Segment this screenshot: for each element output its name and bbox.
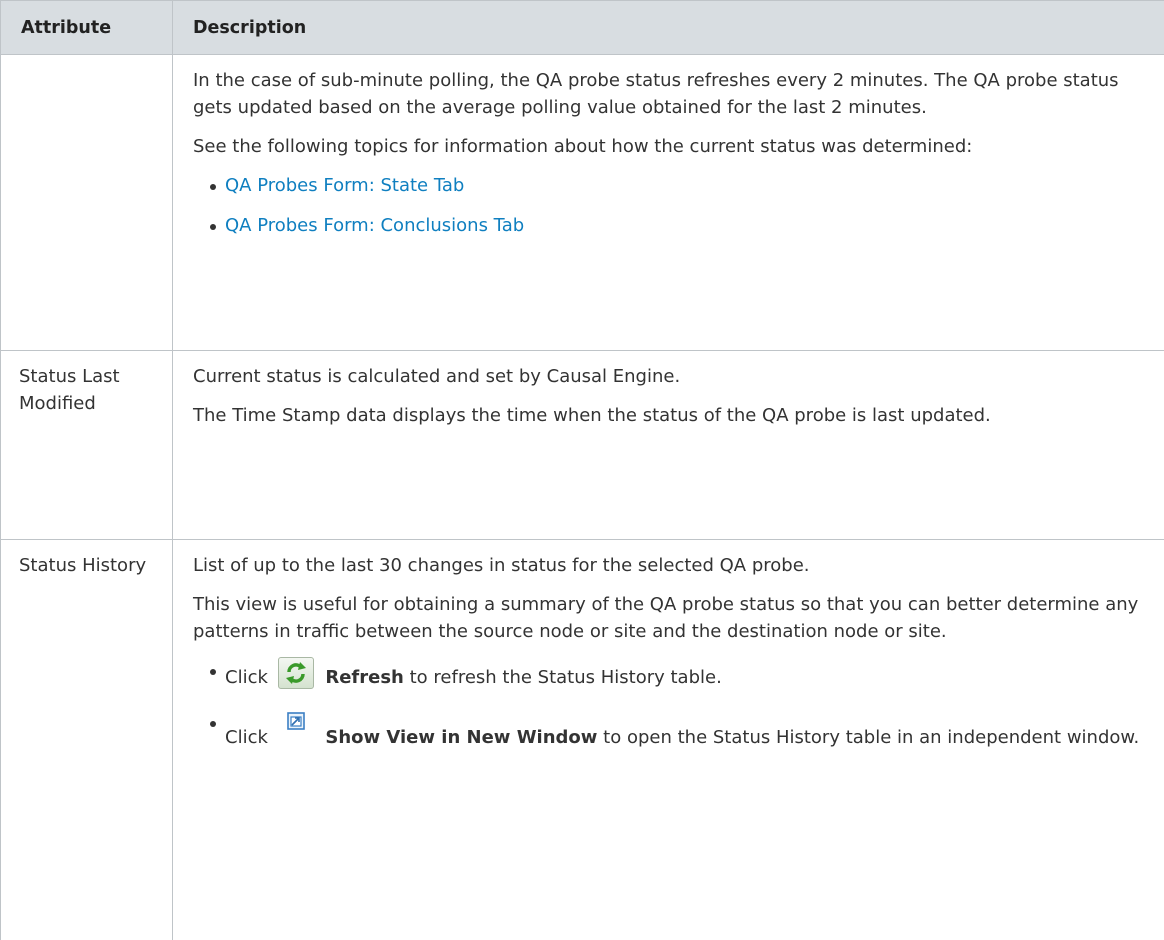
description-paragraph: In the case of sub-minute polling, the Q…: [193, 67, 1146, 121]
description-paragraph: The Time Stamp data displays the time wh…: [193, 402, 1146, 429]
table-row: Status Last Modified Current status is c…: [1, 351, 1164, 540]
description-cell: In the case of sub-minute polling, the Q…: [173, 55, 1164, 351]
attribute-column-header: Attribute: [1, 1, 173, 55]
description-cell: Current status is calculated and set by …: [173, 351, 1164, 540]
description-paragraph: This view is useful for obtaining a summ…: [193, 591, 1146, 645]
table-row: Status History List of up to the last 30…: [1, 540, 1164, 940]
table-header-row: Attribute Description: [1, 1, 1164, 55]
refresh-label: Refresh: [325, 667, 404, 688]
description-column-header: Description: [173, 1, 1164, 55]
description-paragraph: Current status is calculated and set by …: [193, 363, 1146, 390]
click-word: Click: [225, 727, 268, 748]
show-view-label: Show View in New Window: [325, 727, 597, 748]
description-paragraph: See the following topics for information…: [193, 133, 1146, 160]
state-tab-link[interactable]: QA Probes Form: State Tab: [225, 175, 464, 196]
attribute-cell: Status Last Modified: [1, 351, 173, 540]
list-item: Click Refresh to refresh the Status Hist…: [209, 657, 1146, 691]
list-item: QA Probes Form: Conclusions Tab: [209, 212, 1146, 239]
attribute-description-table: Attribute Description In the case of sub…: [0, 0, 1164, 940]
table-row: In the case of sub-minute polling, the Q…: [1, 55, 1164, 351]
show-view-in-new-window-icon[interactable]: [278, 709, 314, 745]
topic-link-list: QA Probes Form: State Tab QA Probes Form…: [193, 172, 1146, 239]
list-item: Click Show View in New Window to open th…: [209, 709, 1146, 751]
attribute-cell-empty: [1, 55, 173, 351]
refresh-icon[interactable]: [278, 657, 314, 689]
refresh-description: to refresh the Status History table.: [410, 667, 722, 688]
description-paragraph: List of up to the last 30 changes in sta…: [193, 552, 1146, 579]
conclusions-tab-link[interactable]: QA Probes Form: Conclusions Tab: [225, 215, 524, 236]
description-cell: List of up to the last 30 changes in sta…: [173, 540, 1164, 940]
action-list: Click Refresh to refresh the Status Hist…: [193, 657, 1146, 751]
click-word: Click: [225, 667, 268, 688]
show-view-description: to open the Status History table in an i…: [603, 727, 1139, 748]
attribute-cell: Status History: [1, 540, 173, 940]
list-item: QA Probes Form: State Tab: [209, 172, 1146, 199]
